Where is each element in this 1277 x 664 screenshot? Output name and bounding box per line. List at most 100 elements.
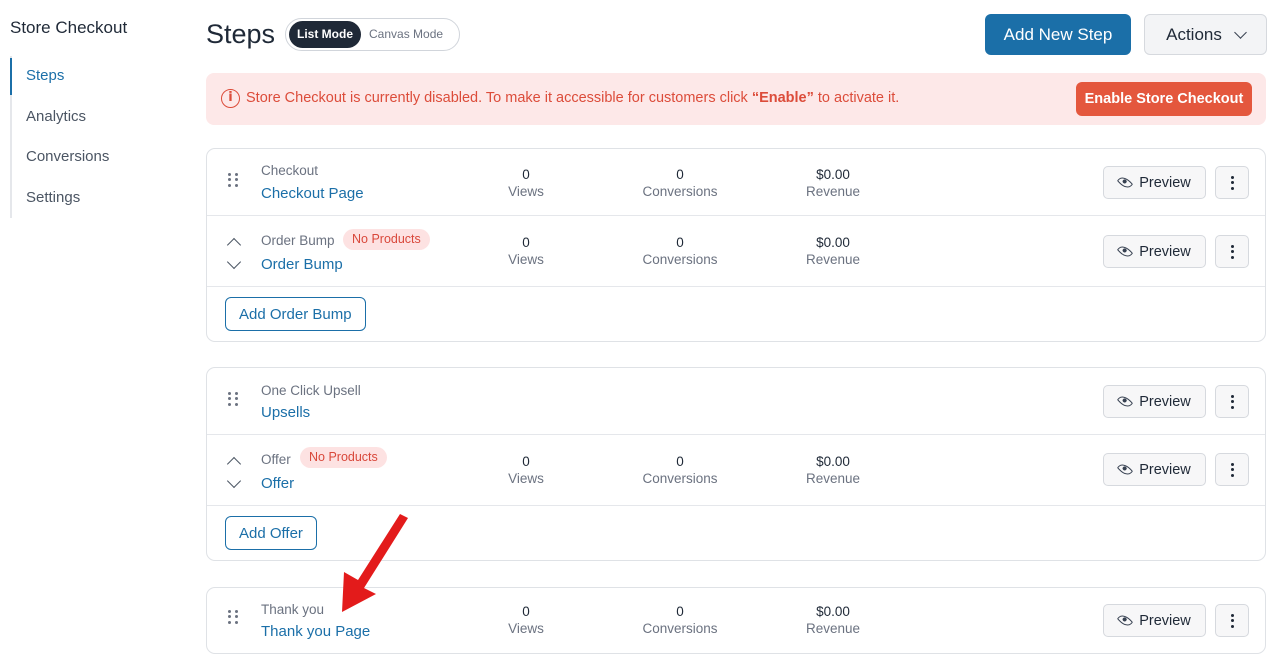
step-type: Order Bump <box>261 233 335 248</box>
eye-icon <box>1117 393 1134 410</box>
preview-label: Preview <box>1139 612 1191 629</box>
revenue-label: Revenue <box>805 471 861 486</box>
sidebar-nav: Steps Analytics Conversions Settings <box>9 56 109 219</box>
preview-button[interactable]: Preview <box>1103 604 1206 637</box>
move-down-icon[interactable] <box>226 254 242 270</box>
conversions-label: Conversions <box>642 621 718 636</box>
step-name-link[interactable]: Upsells <box>261 404 310 421</box>
preview-button[interactable]: Preview <box>1103 385 1206 418</box>
conversions-metric: 0 Conversions <box>625 235 735 267</box>
move-up-icon[interactable] <box>226 456 242 472</box>
revenue-value: $0.00 <box>816 235 850 250</box>
step-name-link[interactable]: Offer <box>261 475 294 492</box>
views-label: Views <box>508 252 544 267</box>
step-name-link[interactable]: Order Bump <box>261 256 343 273</box>
revenue-metric: $0.00 Revenue <box>778 604 888 636</box>
revenue-label: Revenue <box>805 184 861 199</box>
revenue-label: Revenue <box>805 621 861 636</box>
alert-highlight: “Enable” <box>751 90 814 106</box>
preview-button[interactable]: Preview <box>1103 235 1206 268</box>
step-type: One Click Upsell <box>261 383 361 398</box>
conversions-value: 0 <box>676 235 684 250</box>
views-label: Views <box>508 471 544 486</box>
conversions-label: Conversions <box>642 252 718 267</box>
more-options-button[interactable] <box>1215 453 1249 486</box>
step-row-order-bump: Order Bump No Products Order Bump 0 Views… <box>207 216 1265 287</box>
revenue-value: $0.00 <box>816 167 850 182</box>
step-name-link[interactable]: Thank you Page <box>261 623 370 640</box>
sidebar-item-steps[interactable]: Steps <box>9 56 109 97</box>
views-value: 0 <box>522 235 530 250</box>
views-label: Views <box>508 184 544 199</box>
views-value: 0 <box>522 167 530 182</box>
step-type: Offer <box>261 452 291 467</box>
step-row-offer: Offer No Products Offer 0 Views 0 Conversi… <box>207 435 1265 506</box>
info-icon: i <box>221 89 240 108</box>
conversions-label: Conversions <box>642 471 718 486</box>
more-options-button[interactable] <box>1215 166 1249 199</box>
add-offer-button[interactable]: Add Offer <box>225 516 317 550</box>
preview-label: Preview <box>1139 174 1191 191</box>
drag-handle-icon[interactable] <box>228 392 238 406</box>
sidebar-item-conversions[interactable]: Conversions <box>12 137 109 178</box>
list-mode-button[interactable]: List Mode <box>289 21 361 48</box>
add-order-bump-button[interactable]: Add Order Bump <box>225 297 366 331</box>
page-title: Steps <box>206 19 276 49</box>
views-label: Views <box>508 621 544 636</box>
move-down-icon[interactable] <box>226 473 242 489</box>
drag-handle-icon[interactable] <box>228 173 238 187</box>
preview-label: Preview <box>1139 243 1191 260</box>
sidebar-title: Store Checkout <box>10 18 128 37</box>
move-up-icon[interactable] <box>226 237 242 253</box>
preview-button[interactable]: Preview <box>1103 166 1206 199</box>
preview-label: Preview <box>1139 461 1191 478</box>
step-type: Thank you <box>261 602 325 617</box>
conversions-value: 0 <box>676 454 684 469</box>
mode-toggle: List Mode Canvas Mode <box>285 18 460 51</box>
step-type: Checkout <box>261 163 319 178</box>
alert-text-before: Store Checkout is currently disabled. To… <box>246 90 752 106</box>
actions-label: Actions <box>1166 24 1222 44</box>
more-options-button[interactable] <box>1215 604 1249 637</box>
conversions-label: Conversions <box>642 184 718 199</box>
revenue-value: $0.00 <box>816 454 850 469</box>
eye-icon <box>1117 612 1134 629</box>
add-new-step-button[interactable]: Add New Step <box>985 14 1131 55</box>
canvas-mode-button[interactable]: Canvas Mode <box>361 21 451 48</box>
revenue-metric: $0.00 Revenue <box>778 235 888 267</box>
no-products-badge: No Products <box>343 229 430 250</box>
more-options-button[interactable] <box>1215 235 1249 268</box>
annotation-arrow-icon <box>342 514 408 612</box>
views-metric: 0 Views <box>471 235 581 267</box>
sidebar-item-settings[interactable]: Settings <box>12 178 109 219</box>
conversions-metric: 0 Conversions <box>625 454 735 486</box>
enable-store-checkout-button[interactable]: Enable Store Checkout <box>1076 82 1252 116</box>
views-value: 0 <box>522 604 530 619</box>
step-row-upsells: One Click Upsell Upsells Preview <box>207 368 1265 435</box>
conversions-value: 0 <box>676 604 684 619</box>
disabled-alert: i Store Checkout is currently disabled. … <box>206 73 1266 125</box>
eye-icon <box>1117 174 1134 191</box>
step-name-link[interactable]: Checkout Page <box>261 185 364 202</box>
more-options-button[interactable] <box>1215 385 1249 418</box>
actions-dropdown[interactable]: Actions <box>1144 14 1267 55</box>
views-metric: 0 Views <box>471 604 581 636</box>
chevron-down-icon <box>1234 25 1247 39</box>
drag-handle-icon[interactable] <box>228 610 238 624</box>
views-metric: 0 Views <box>471 167 581 199</box>
revenue-metric: $0.00 Revenue <box>778 167 888 199</box>
add-row: Add Order Bump <box>207 287 1265 341</box>
conversions-metric: 0 Conversions <box>625 167 735 199</box>
sidebar-item-analytics[interactable]: Analytics <box>12 97 109 138</box>
eye-icon <box>1117 461 1134 478</box>
views-value: 0 <box>522 454 530 469</box>
revenue-metric: $0.00 Revenue <box>778 454 888 486</box>
alert-message: Store Checkout is currently disabled. To… <box>246 90 899 106</box>
alert-text-after: to activate it. <box>813 90 900 106</box>
views-metric: 0 Views <box>471 454 581 486</box>
step-group-checkout: Checkout Checkout Page 0 Views 0 Conversio… <box>206 148 1266 342</box>
step-row-checkout: Checkout Checkout Page 0 Views 0 Conversio… <box>207 149 1265 216</box>
conversions-metric: 0 Conversions <box>625 604 735 636</box>
preview-button[interactable]: Preview <box>1103 453 1206 486</box>
conversions-value: 0 <box>676 167 684 182</box>
